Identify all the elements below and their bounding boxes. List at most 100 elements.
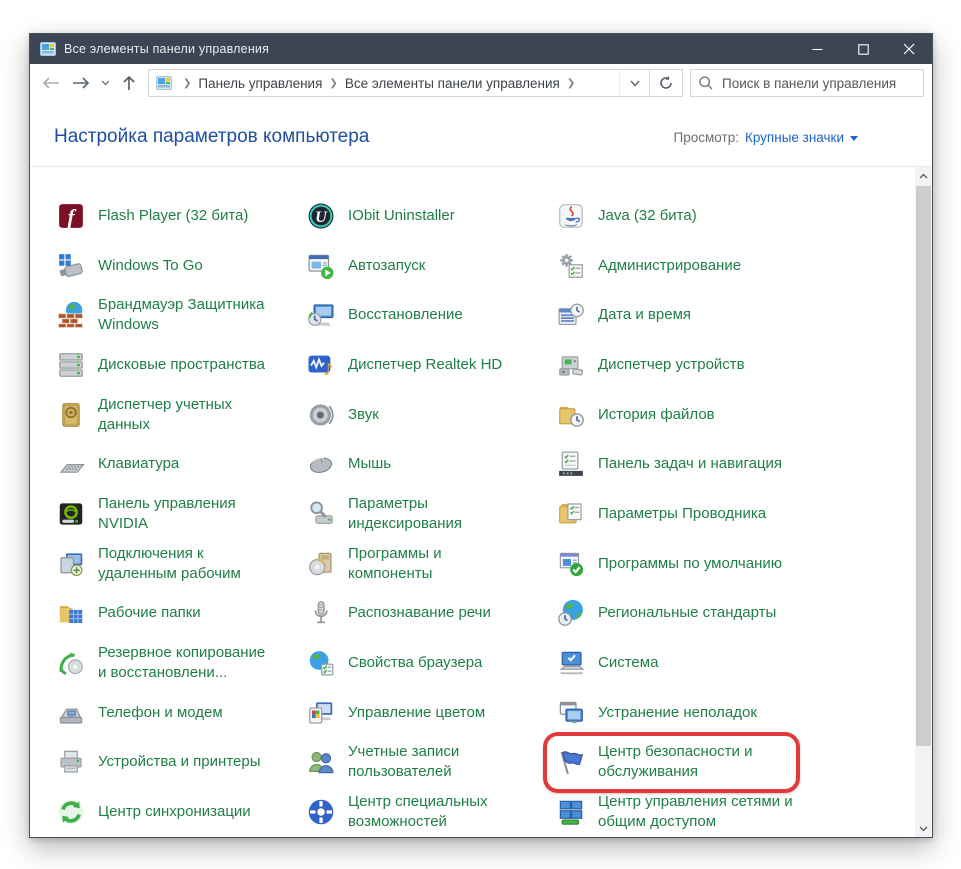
- cp-item-label: Java (32 бита): [598, 206, 697, 224]
- refresh-button[interactable]: [650, 69, 683, 97]
- control-panel-window: Все элементы панели управления ❯ Панель …: [29, 33, 933, 838]
- scroll-up-button[interactable]: [915, 167, 932, 184]
- cp-item-phone-modem[interactable]: Телефон и модем: [56, 688, 306, 738]
- cp-item-label: Диспетчер Realtek HD: [348, 355, 503, 373]
- chevron-up-icon: [919, 173, 928, 178]
- admin-tools-icon: [556, 251, 586, 281]
- cp-item-keyboard[interactable]: Клавиатура: [56, 439, 306, 489]
- storage-spaces-icon: [56, 350, 86, 380]
- cp-item-system[interactable]: Система: [556, 638, 806, 688]
- refresh-icon: [660, 76, 672, 89]
- color-management-icon: [306, 698, 336, 728]
- cp-item-label: Панель задач и навигация: [598, 455, 783, 473]
- minimize-button[interactable]: [794, 34, 840, 64]
- cp-item-autoplay[interactable]: Автозапуск: [306, 241, 556, 291]
- cp-item-work-folders[interactable]: Рабочие папки: [56, 589, 306, 639]
- view-value: Крупные значки: [744, 129, 844, 145]
- breadcrumb-separator-icon: ❯: [566, 77, 576, 89]
- back-arrow-icon: [42, 77, 59, 89]
- cp-item-label: Windows To Go: [98, 256, 203, 274]
- cp-item-file-history[interactable]: История файлов: [556, 390, 806, 440]
- breadcrumb-control-panel[interactable]: Панель управления: [198, 76, 322, 91]
- cp-item-device-manager[interactable]: Диспетчер устройств: [556, 340, 806, 390]
- cp-item-label: Рабочие папки: [98, 604, 201, 622]
- backup-restore-icon: [56, 648, 86, 678]
- cp-item-troubleshooting[interactable]: Устранение неполадок: [556, 688, 806, 738]
- breadcrumb-all-items[interactable]: Все элементы панели управления: [345, 76, 560, 91]
- cp-item-user-accounts[interactable]: Учетные записи пользователей: [306, 738, 556, 788]
- cp-item-realtek[interactable]: ♪ Диспетчер Realtek HD: [306, 340, 556, 390]
- close-icon: [903, 43, 915, 55]
- network-sharing-icon: [556, 797, 586, 827]
- cp-item-nvidia[interactable]: Панель управления NVIDIA: [56, 489, 306, 539]
- cp-item-label: Учетные записи пользователей: [348, 743, 460, 781]
- autoplay-icon: [306, 251, 336, 281]
- cp-item-default-programs[interactable]: Программы по умолчанию: [556, 539, 806, 589]
- cp-item-admin-tools[interactable]: Администрирование: [556, 241, 806, 291]
- cp-item-label: Автозапуск: [348, 256, 426, 274]
- cp-item-indexing-options[interactable]: Параметры индексирования: [306, 489, 556, 539]
- cp-item-firewall[interactable]: Брандмауэр Защитника Windows: [56, 290, 306, 340]
- cp-item-label: Мышь: [348, 455, 392, 473]
- cp-item-network-sharing[interactable]: Центр управления сетями и общим доступом: [556, 787, 806, 837]
- page-header: Настройка параметров компьютера Просмотр…: [30, 102, 932, 166]
- cp-item-remote-desktop[interactable]: Подключения к удаленным рабочим: [56, 539, 306, 589]
- view-dropdown[interactable]: Просмотр: Крупные значки: [674, 130, 858, 145]
- close-button[interactable]: [886, 34, 932, 64]
- cp-item-date-time[interactable]: Дата и время: [556, 290, 806, 340]
- indexing-options-icon: [306, 499, 336, 529]
- cp-item-flash-player[interactable]: f Flash Player (32 бита): [56, 191, 306, 241]
- cp-item-devices-printers[interactable]: Устройства и принтеры: [56, 738, 306, 788]
- scrollbar-thumb[interactable]: [916, 186, 931, 746]
- cp-item-label: Дата и время: [598, 306, 692, 324]
- cp-item-security-maintenance[interactable]: Центр безопасности и обслуживания: [543, 731, 806, 793]
- scrollbar-track[interactable]: [915, 184, 932, 820]
- window-title: Все элементы панели управления: [64, 42, 270, 56]
- cp-item-speech-recognition[interactable]: Распознавание речи: [306, 589, 556, 639]
- maximize-button[interactable]: [840, 34, 886, 64]
- windows-to-go-icon: [56, 251, 86, 281]
- cp-item-label: Параметры Проводника: [598, 504, 767, 522]
- search-box[interactable]: [690, 69, 924, 97]
- address-bar[interactable]: ❯ Панель управления ❯ Все элементы панел…: [148, 69, 650, 97]
- taskbar-navigation-icon: [556, 449, 586, 479]
- cp-item-ease-of-access[interactable]: Центр специальных возможностей: [306, 787, 556, 837]
- up-button[interactable]: [114, 68, 144, 98]
- cp-item-storage-spaces[interactable]: Дисковые пространства: [56, 340, 306, 390]
- cp-item-label: Панель управления NVIDIA: [98, 494, 236, 532]
- java-icon: [556, 201, 586, 231]
- forward-button[interactable]: [66, 68, 96, 98]
- cp-item-programs-features[interactable]: Программы и компоненты: [306, 539, 556, 589]
- scroll-down-button[interactable]: [915, 820, 932, 837]
- cp-item-mouse[interactable]: Мышь: [306, 439, 556, 489]
- cp-item-recovery[interactable]: Восстановление: [306, 290, 556, 340]
- recent-pages-button[interactable]: [96, 68, 114, 98]
- cp-item-sound[interactable]: Звук: [306, 390, 556, 440]
- cp-item-explorer-options[interactable]: Параметры Проводника: [556, 489, 806, 539]
- cp-item-label: Клавиатура: [98, 455, 180, 473]
- cp-item-label: Система: [598, 654, 659, 672]
- vertical-scrollbar[interactable]: [915, 167, 932, 837]
- cp-item-regional-standards[interactable]: Региональные стандарты: [556, 589, 806, 639]
- cp-item-java[interactable]: Java (32 бита): [556, 191, 806, 241]
- recovery-icon: [306, 300, 336, 330]
- cp-item-label: Свойства браузера: [348, 654, 483, 672]
- back-button[interactable]: [36, 68, 66, 98]
- cp-item-color-management[interactable]: Управление цветом: [306, 688, 556, 738]
- cp-item-credential-manager[interactable]: Диспетчер учетных данных: [56, 390, 306, 440]
- cp-item-label: Программы по умолчанию: [598, 554, 782, 572]
- speech-recognition-icon: [306, 598, 336, 628]
- cp-item-iobit-uninstaller[interactable]: U IObit Uninstaller: [306, 191, 556, 241]
- address-dropdown-button[interactable]: [619, 70, 649, 96]
- cp-item-windows-to-go[interactable]: Windows To Go: [56, 241, 306, 291]
- cp-item-label: Диспетчер устройств: [598, 355, 745, 373]
- cp-item-backup-restore[interactable]: Резервное копирование и восстановлени...: [56, 638, 306, 688]
- maximize-icon: [857, 43, 869, 55]
- cp-item-taskbar-navigation[interactable]: Панель задач и навигация: [556, 439, 806, 489]
- search-input[interactable]: [722, 75, 915, 91]
- grid-column-2: U IObit Uninstaller Автозапуск Восстановлен…: [306, 191, 556, 837]
- cp-item-label: Параметры индексирования: [348, 494, 462, 532]
- remote-desktop-icon: [56, 549, 86, 579]
- cp-item-internet-options[interactable]: Свойства браузера: [306, 638, 556, 688]
- cp-item-sync-center[interactable]: Центр синхронизации: [56, 787, 306, 837]
